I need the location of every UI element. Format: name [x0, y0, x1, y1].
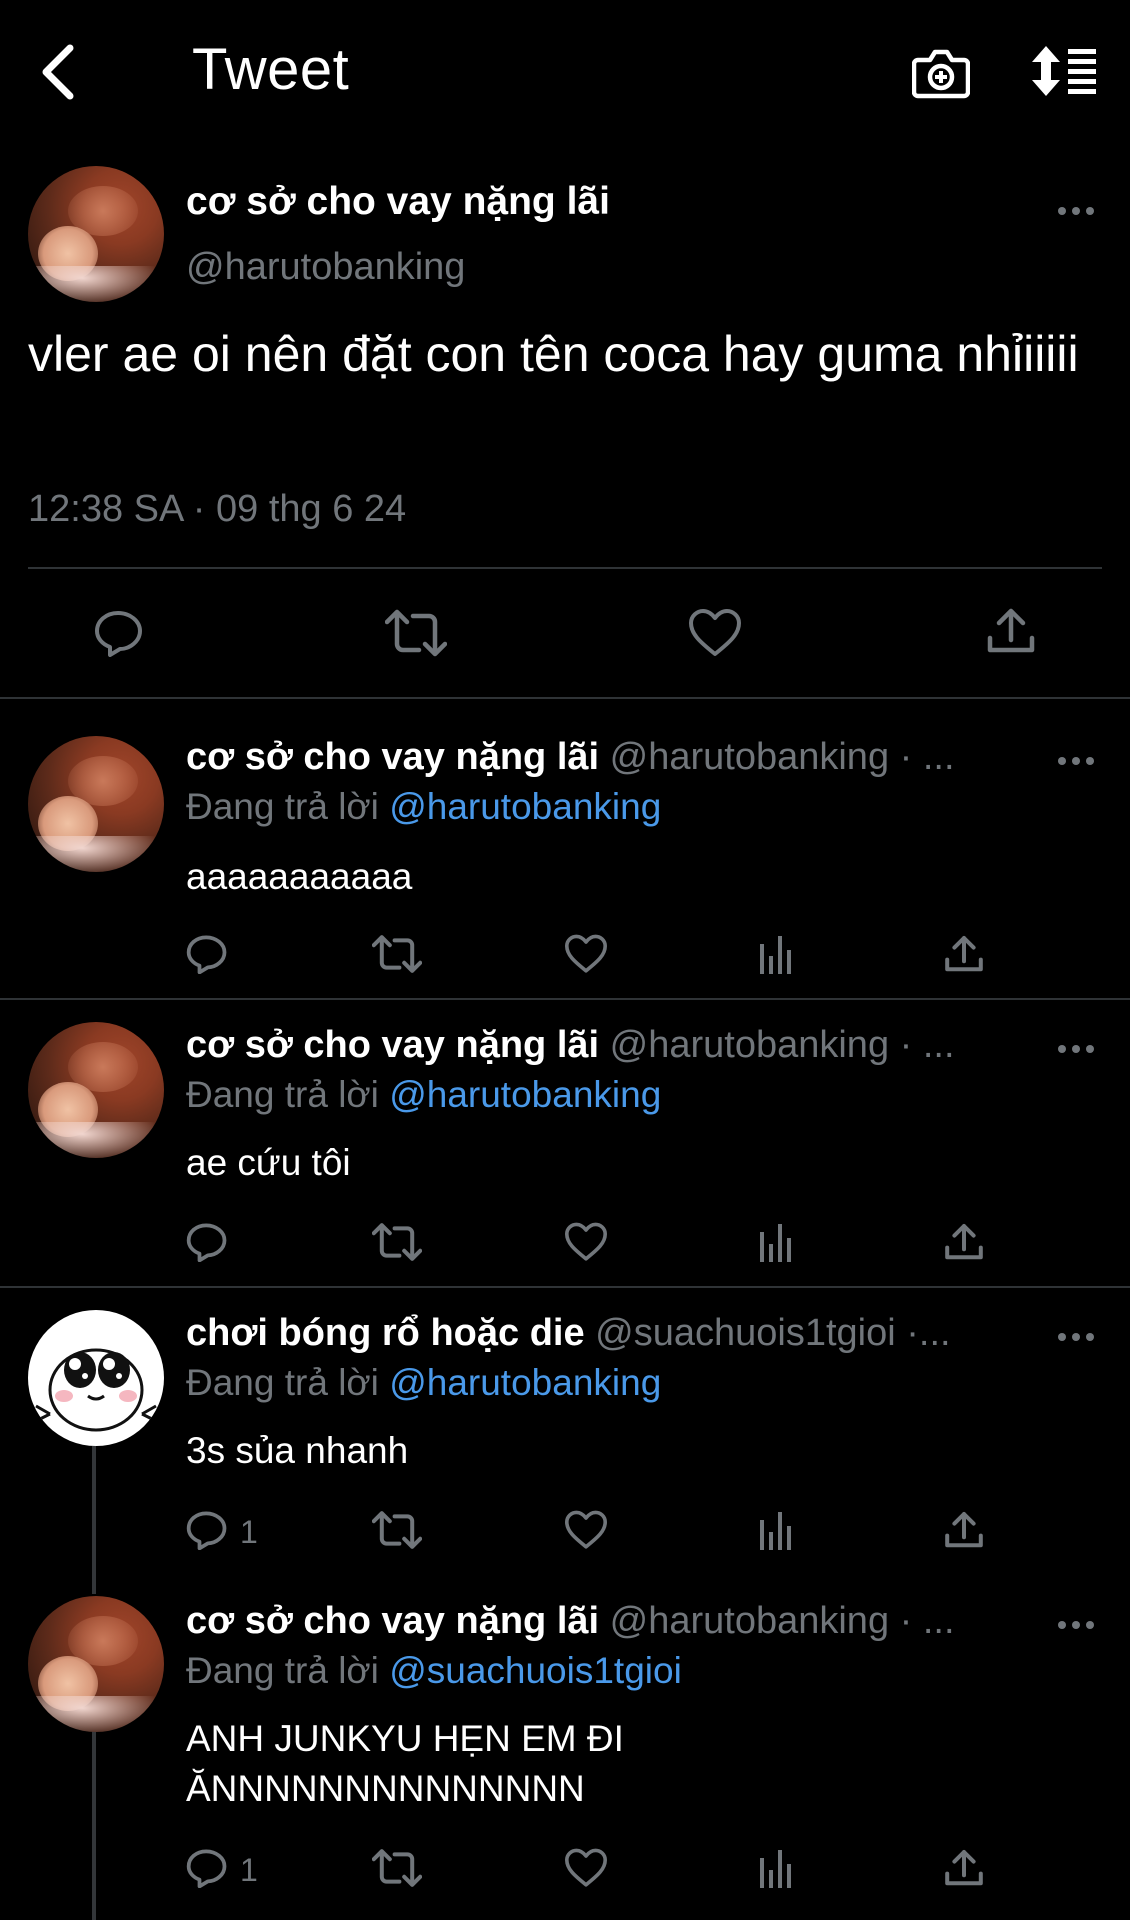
reply-count: 1 — [240, 1852, 258, 1888]
author-name[interactable]: cơ sở cho vay nặng lãi — [186, 180, 610, 224]
share-icon[interactable] — [986, 606, 1036, 656]
heart-icon[interactable] — [564, 1510, 608, 1550]
retweet-icon[interactable] — [372, 1848, 422, 1888]
reply-icon[interactable] — [186, 934, 228, 974]
author-handle[interactable]: @suachuois1tgioi ·... — [595, 1312, 950, 1354]
mention-link[interactable]: @harutobanking — [389, 1362, 661, 1403]
author-name[interactable]: cơ sở cho vay nặng lãi — [186, 736, 599, 778]
more-icon[interactable] — [1056, 205, 1096, 217]
mention-link[interactable]: @harutobanking — [389, 1074, 661, 1115]
tweet-text: aaaaaaaaaaa — [186, 856, 413, 897]
more-icon[interactable] — [1056, 1619, 1096, 1631]
top-bar: Tweet — [0, 0, 1130, 150]
tweet-text: vler ae oi nên đặt con tên coca hay guma… — [28, 326, 1079, 382]
retweet-icon[interactable] — [372, 934, 422, 974]
reply-icon[interactable] — [94, 609, 144, 657]
tweet-timestamp: 12:38 SA · 09 thg 6 24 — [28, 488, 407, 530]
avatar[interactable] — [28, 1310, 164, 1446]
thread-connector — [92, 1730, 96, 1920]
more-icon[interactable] — [1056, 755, 1096, 767]
avatar[interactable] — [28, 166, 164, 302]
avatar[interactable] — [28, 736, 164, 872]
page-title: Tweet — [192, 37, 350, 102]
analytics-icon[interactable] — [758, 936, 794, 974]
divider — [28, 567, 1102, 569]
retweet-icon[interactable] — [385, 608, 447, 658]
share-icon[interactable] — [944, 1510, 984, 1550]
analytics-icon[interactable] — [758, 1224, 794, 1262]
reply-icon[interactable] — [186, 1848, 228, 1888]
divider — [0, 1286, 1130, 1288]
tweet-text: ae cứu tôi — [186, 1142, 351, 1183]
sort-lines-icon — [1032, 46, 1096, 96]
chevron-left-icon — [42, 44, 74, 100]
author-name[interactable]: cơ sở cho vay nặng lãi — [186, 1600, 599, 1642]
retweet-icon[interactable] — [372, 1510, 422, 1550]
tweet-text: ANH JUNKYU HẸN EM ĐI ĂNNNNNNNNNNNNNN — [186, 1718, 624, 1809]
reply-count: 1 — [240, 1514, 258, 1550]
retweet-icon[interactable] — [372, 1222, 422, 1262]
replying-to: Đang trả lời @harutobanking — [186, 1074, 662, 1115]
author-handle[interactable]: @harutobanking · ... — [610, 1024, 955, 1066]
heart-icon[interactable] — [688, 608, 742, 658]
avatar[interactable] — [28, 1596, 164, 1732]
cartoon-avatar-image — [35, 1348, 157, 1432]
analytics-icon[interactable] — [758, 1512, 794, 1550]
tweet-text: 3s sủa nhanh — [186, 1430, 409, 1471]
author-name[interactable]: cơ sở cho vay nặng lãi — [186, 1024, 599, 1066]
divider — [0, 697, 1130, 699]
author-handle[interactable]: @harutobanking — [186, 246, 465, 289]
more-icon[interactable] — [1056, 1043, 1096, 1055]
back-button[interactable] — [38, 42, 78, 102]
analytics-icon[interactable] — [758, 1850, 794, 1888]
share-icon[interactable] — [944, 1848, 984, 1888]
author-handle[interactable]: @harutobanking · ... — [610, 736, 955, 778]
heart-icon[interactable] — [564, 934, 608, 974]
divider — [0, 998, 1130, 1000]
more-icon[interactable] — [1056, 1331, 1096, 1343]
mention-link[interactable]: @suachuois1tgioi — [389, 1650, 682, 1691]
share-icon[interactable] — [944, 1222, 984, 1262]
sort-button[interactable] — [1032, 46, 1098, 96]
heart-icon[interactable] — [564, 1222, 608, 1262]
camera-button[interactable] — [912, 44, 970, 100]
replying-to: Đang trả lời @harutobanking — [186, 1362, 662, 1403]
replying-to: Đang trả lời @harutobanking — [186, 786, 662, 827]
camera-plus-icon — [912, 49, 970, 99]
author-name[interactable]: chơi bóng rổ hoặc die — [186, 1312, 585, 1354]
replying-to: Đang trả lời @suachuois1tgioi — [186, 1650, 682, 1691]
reply-icon[interactable] — [186, 1510, 228, 1550]
share-icon[interactable] — [944, 934, 984, 974]
avatar[interactable] — [28, 1022, 164, 1158]
mention-link[interactable]: @harutobanking — [389, 786, 661, 827]
heart-icon[interactable] — [564, 1848, 608, 1888]
author-handle[interactable]: @harutobanking · ... — [610, 1600, 955, 1642]
thread-connector — [92, 1446, 96, 1594]
reply-icon[interactable] — [186, 1222, 228, 1262]
